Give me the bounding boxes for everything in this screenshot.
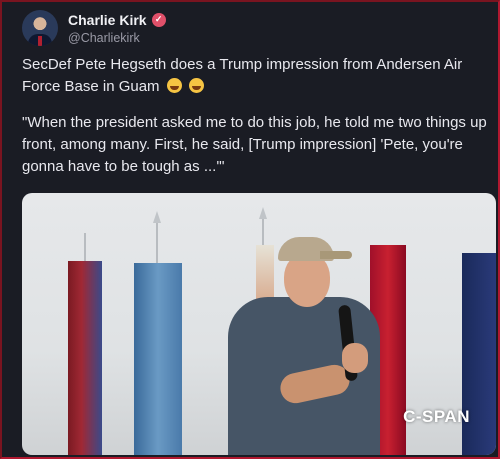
author-display-name[interactable]: Charlie Kirk (68, 12, 147, 28)
tweet-line1: SecDef Pete Hegseth does a Trump impress… (22, 56, 463, 95)
display-name-row: Charlie Kirk ✓ (68, 12, 166, 28)
speaker-hand (342, 343, 368, 373)
tweet-line1-paragraph: SecDef Pete Hegseth does a Trump impress… (22, 54, 492, 98)
flag-red (68, 261, 102, 455)
flag-finial (259, 207, 267, 219)
avatar-tie (38, 36, 42, 46)
avatar[interactable] (22, 10, 58, 46)
flag-blue (134, 263, 182, 455)
laughing-emoji-icon (188, 78, 204, 93)
speaker-cap-brim (320, 251, 352, 259)
laughing-emoji-icon (166, 78, 182, 93)
verified-badge-icon: ✓ (151, 12, 166, 27)
author-handle[interactable]: @Charliekirk (68, 31, 166, 45)
author-names: Charlie Kirk ✓ @Charliekirk (68, 12, 166, 45)
video-thumbnail[interactable]: C-SPAN (22, 193, 496, 455)
speaker-head (284, 253, 330, 307)
cspan-watermark: C-SPAN (403, 407, 470, 426)
flag-finial (153, 211, 161, 223)
tweet-header: Charlie Kirk ✓ @Charliekirk (22, 10, 166, 46)
tweet-quote: "When the president asked me to do this … (22, 114, 487, 175)
tweet-text: SecDef Pete Hegseth does a Trump impress… (22, 54, 492, 192)
